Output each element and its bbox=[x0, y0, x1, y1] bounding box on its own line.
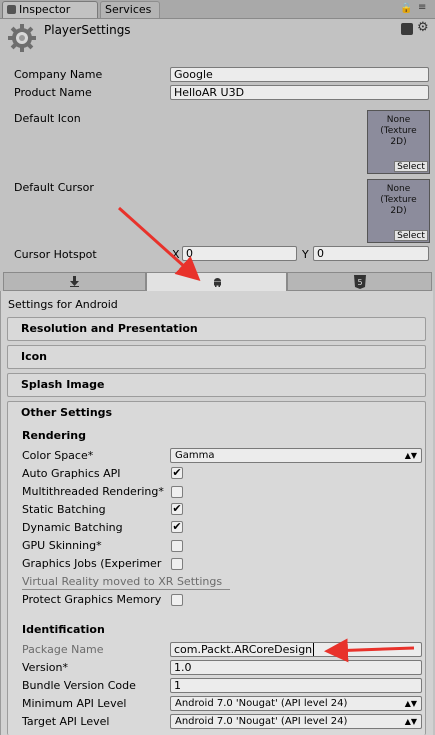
arrow-to-package-name bbox=[324, 638, 415, 663]
arrow-to-android-tab bbox=[117, 206, 201, 282]
annotation-arrows bbox=[117, 206, 415, 663]
